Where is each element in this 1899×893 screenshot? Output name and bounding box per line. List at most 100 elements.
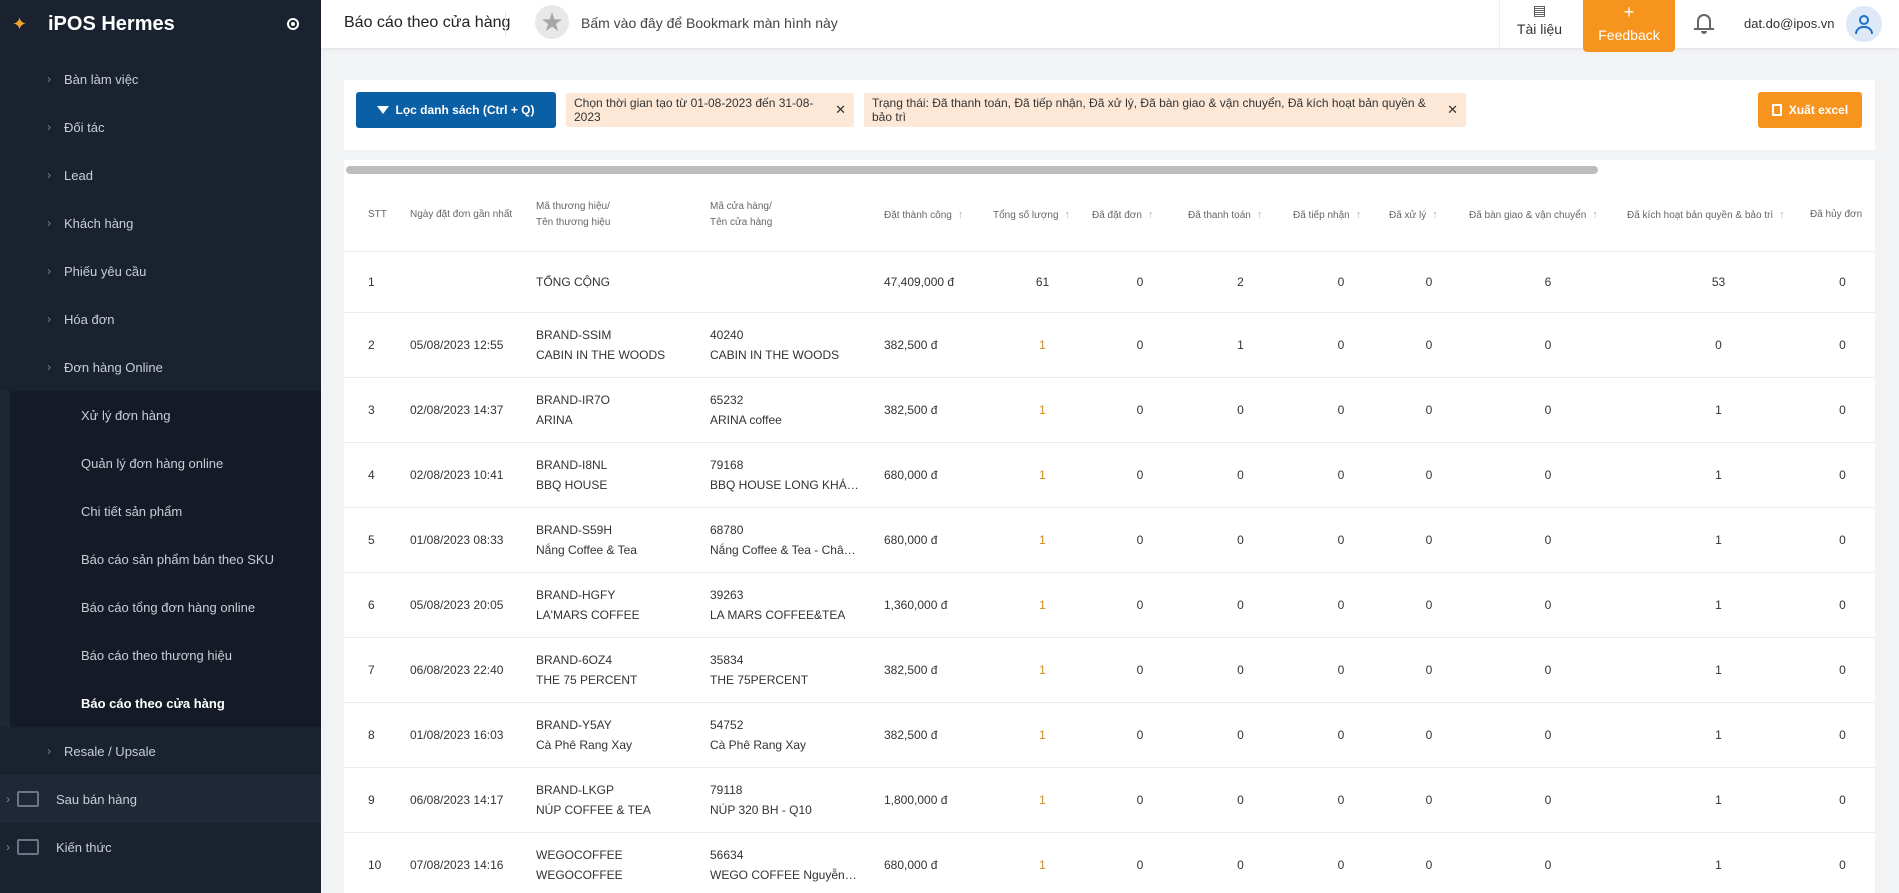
col-header-cancelled[interactable]: Đã hủy đơn [1810, 180, 1875, 252]
cell-stt: 1 [344, 251, 410, 313]
col-header-received[interactable]: Đã tiếp nhận ↑ [1293, 180, 1389, 252]
horizontal-scrollbar[interactable] [346, 166, 1598, 174]
cell-paid: 0 [1188, 702, 1293, 768]
cell-amount: 47,409,000 đ [884, 251, 993, 313]
document-icon: ▤ [1532, 2, 1547, 18]
sidebar-subitem-bao-cao-theo-cua-hang[interactable]: Báo cáo theo cửa hàng [0, 679, 321, 727]
cell-stt: 6 [344, 572, 410, 638]
cell-store: 79118 NÚP 320 BH - Q10 [710, 767, 884, 833]
sidebar-item-kien-thuc[interactable]: › Kiến thức [0, 823, 321, 871]
cell-ordered: 0 [1092, 832, 1188, 893]
table-row[interactable]: 8 01/08/2023 16:03 BRAND-Y5AY Cà Phê Rang X… [344, 702, 1875, 768]
col-header-delivered[interactable]: Đã bàn giao & vận chuyển ↑ [1469, 180, 1627, 252]
cell-amount: 680,000 đ [884, 832, 993, 893]
plus-icon: + [1623, 2, 1635, 22]
table-row[interactable]: 7 06/08/2023 22:40 BRAND-6OZ4 THE 75 PERCEN… [344, 637, 1875, 703]
bookmark-star-icon[interactable]: ★ [535, 5, 569, 39]
sidebar-subitem-xu-ly-don-hang[interactable]: Xử lý đơn hàng [0, 391, 321, 439]
docs-label: Tài liệu [1516, 21, 1563, 37]
close-icon[interactable]: ✕ [835, 102, 846, 118]
user-email[interactable]: dat.do@ipos.vn [1744, 16, 1835, 31]
cell-qty: 1 [993, 832, 1092, 893]
cell-amount: 1,800,000 đ [884, 767, 993, 833]
sidebar-subitem-bao-cao-tong-don-hang-online[interactable]: Báo cáo tổng đơn hàng online [0, 583, 321, 631]
cell-store: 68780 Nắng Coffee & Tea - Châu ... [710, 507, 884, 573]
chevron-right-icon: › [6, 840, 10, 854]
chevron-right-icon: › [47, 120, 51, 134]
cell-paid: 0 [1188, 507, 1293, 573]
cell-brand: BRAND-SSIM CABIN IN THE WOODS [536, 312, 710, 378]
sidebar-item-ban-lam-viec[interactable]: › Bàn làm việc [0, 55, 321, 103]
cell-stt: 8 [344, 702, 410, 768]
sidebar-item-hoa-don[interactable]: › Hóa đơn [0, 295, 321, 343]
store-code: 79168 [710, 457, 744, 472]
cell-delivered: 0 [1469, 832, 1627, 893]
cell-ordered: 0 [1092, 312, 1188, 378]
table-row[interactable]: 5 01/08/2023 08:33 BRAND-S59H Nắng Coffee &… [344, 507, 1875, 573]
cell-cancelled: 0 [1810, 312, 1875, 378]
cell-brand: TỔNG CỘNG [536, 251, 710, 313]
user-avatar-icon[interactable] [1846, 6, 1882, 42]
table-row[interactable]: 6 05/08/2023 20:05 BRAND-HGFY LA'MARS COFFE… [344, 572, 1875, 638]
store-name: Nắng Coffee & Tea - Châu ... [710, 542, 860, 557]
cell-received: 0 [1293, 767, 1389, 833]
cell-paid: 0 [1188, 832, 1293, 893]
sidebar-item-resale-upsale[interactable]: › Resale / Upsale [0, 727, 321, 775]
docs-button[interactable]: ▤ Tài liệu [1499, 0, 1579, 48]
feedback-button[interactable]: + Feedback [1583, 0, 1675, 52]
col-header-processed[interactable]: Đã xử lý ↑ [1389, 180, 1469, 252]
sidebar-item-label: Sau bán hàng [56, 791, 137, 807]
sidebar-item-sau-ban-hang[interactable]: › Sau bán hàng [0, 775, 321, 823]
sidebar-item-khach-hang[interactable]: › Khách hàng [0, 199, 321, 247]
sidebar-subitem-bao-cao-theo-thuong-hieu[interactable]: Báo cáo theo thương hiệu [0, 631, 321, 679]
cell-qty: 1 [993, 637, 1092, 703]
table-row[interactable]: 10 07/08/2023 14:16 WEGOCOFFEE WEGOCOFFEE 56… [344, 832, 1875, 893]
cell-ordered: 0 [1092, 767, 1188, 833]
table-row[interactable]: 4 02/08/2023 10:41 BRAND-I8NL BBQ HOUSE 7916… [344, 442, 1875, 508]
col-header-qty[interactable]: Tổng số lượng ↑ [993, 180, 1092, 252]
col-header-ordered[interactable]: Đã đặt đơn ↑ [1092, 180, 1188, 252]
col-header-amount[interactable]: Đặt thành công ↑ [884, 180, 993, 252]
sidebar-item-label: Hóa đơn [64, 311, 115, 327]
sort-arrow-icon: ↑ [1779, 208, 1785, 221]
cell-amount: 1,360,000 đ [884, 572, 993, 638]
col-header-stt: STT [344, 180, 410, 252]
col-header-paid[interactable]: Đã thanh toán ↑ [1188, 180, 1293, 252]
store-code: 65232 [710, 392, 744, 407]
export-excel-label: Xuất excel [1788, 103, 1849, 117]
sidebar-pin-toggle-icon[interactable] [287, 18, 299, 30]
close-icon[interactable]: ✕ [1447, 102, 1458, 118]
sidebar-item-don-hang-online[interactable]: › Đơn hàng Online [0, 343, 321, 391]
col-header-activated[interactable]: Đã kích hoạt bản quyền & bảo trì ↑ [1627, 180, 1810, 252]
cell-activated: 1 [1627, 767, 1810, 833]
bookmark-link[interactable]: Bấm vào đây để Bookmark màn hình này [581, 15, 838, 31]
cell-brand: BRAND-LKGP NÚP COFFEE & TEA [536, 767, 710, 833]
sidebar-item-phieu-yeu-cau[interactable]: › Phiếu yêu cầu [0, 247, 321, 295]
topbar: Báo cáo theo cửa hàng ★ Bấm vào đây để B… [321, 0, 1899, 52]
export-excel-button[interactable]: Xuất excel [1758, 92, 1862, 128]
cell-delivered: 0 [1469, 377, 1627, 443]
filter-chip-status[interactable]: Trạng thái: Đã thanh toán, Đã tiếp nhận,… [864, 93, 1466, 127]
cell-delivered: 0 [1469, 767, 1627, 833]
table-row[interactable]: 3 02/08/2023 14:37 BRAND-IR7O ARINA 65232 ARI… [344, 377, 1875, 443]
table-row[interactable]: 2 05/08/2023 12:55 BRAND-SSIM CABIN IN THE … [344, 312, 1875, 378]
sidebar-subitem-bao-cao-san-pham-ban-theo-sku[interactable]: Báo cáo sản phẩm bán theo SKU [0, 535, 321, 583]
filter-list-button[interactable]: Lọc danh sách (Ctrl + Q) [356, 92, 556, 128]
sidebar-item-lead[interactable]: › Lead [0, 151, 321, 199]
notification-bell-icon[interactable] [1694, 12, 1714, 34]
cell-paid: 0 [1188, 637, 1293, 703]
sidebar-subitem-chi-tiet-san-pham[interactable]: Chi tiết sản phẩm [0, 487, 321, 535]
cell-processed: 0 [1389, 637, 1469, 703]
store-report-table: STT Ngày đặt đơn gần nhất Mã thương hiệu… [344, 180, 1875, 893]
table-row[interactable]: 9 06/08/2023 14:17 BRAND-LKGP NÚP COFFEE & … [344, 767, 1875, 833]
cell-store: 39263 LA MARS COFFEE&TEA [710, 572, 884, 638]
sidebar-subitem-quan-ly-don-hang-online[interactable]: Quản lý đơn hàng online [0, 439, 321, 487]
col-header-store: Mã cửa hàng/Tên cửa hàng [710, 180, 884, 252]
sidebar-item-doi-tac[interactable]: › Đối tác [0, 103, 321, 151]
filter-chip-time[interactable]: Chọn thời gian tạo từ 01-08-2023 đến 31-… [566, 93, 854, 127]
cell-stt: 9 [344, 767, 410, 833]
feedback-label: Feedback [1598, 27, 1660, 43]
sidebar-header: ✦ iPOS Hermes [0, 0, 321, 48]
sidebar: ✦ iPOS Hermes › Bàn làm việc › Đối tác › Lead… [0, 0, 321, 893]
cell-cancelled: 0 [1810, 832, 1875, 893]
